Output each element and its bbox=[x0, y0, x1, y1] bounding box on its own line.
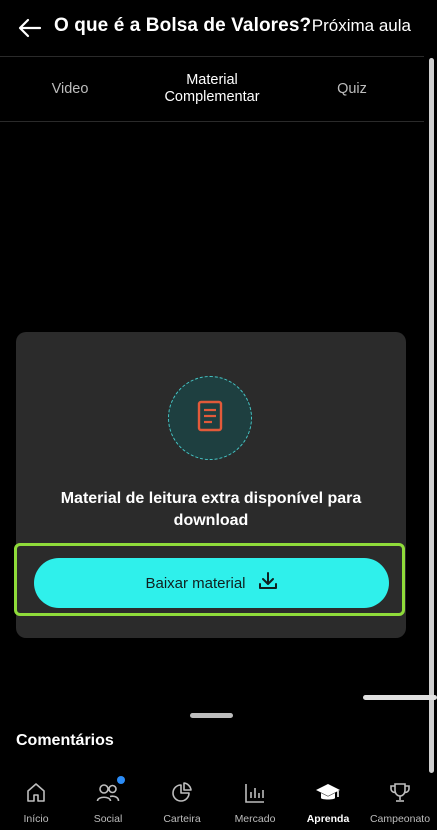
nav-label-mercado: Mercado bbox=[234, 813, 276, 825]
tab-quiz[interactable]: Quiz bbox=[302, 57, 402, 121]
scrollbar[interactable] bbox=[429, 58, 434, 773]
download-card: Material de leitura extra disponível par… bbox=[14, 332, 406, 638]
download-button-label: Baixar material bbox=[145, 574, 246, 592]
back-arrow-icon[interactable] bbox=[16, 14, 44, 42]
graduation-cap-icon bbox=[315, 770, 341, 810]
top-app-bar: O que é a Bolsa de Valores? Próxima aula bbox=[0, 0, 437, 56]
comments-heading: Comentários bbox=[16, 732, 114, 749]
next-lesson-button[interactable]: Próxima aula bbox=[312, 16, 411, 36]
nav-item-aprenda[interactable]: Aprenda bbox=[292, 770, 364, 830]
nav-item-mercado[interactable]: Mercado bbox=[219, 770, 291, 830]
pie-chart-icon bbox=[170, 770, 194, 810]
tab-bar: Video Material Complementar Quiz bbox=[0, 56, 424, 122]
home-icon bbox=[24, 770, 48, 810]
bottom-navigation: Início Social Carteira Mercado Aprenda C… bbox=[0, 770, 437, 830]
trophy-icon bbox=[388, 770, 412, 810]
nav-label-aprenda: Aprenda bbox=[306, 813, 350, 825]
nav-label-inicio: Início bbox=[23, 813, 49, 825]
nav-label-social: Social bbox=[93, 813, 123, 825]
nav-item-campeonato[interactable]: Campeonato bbox=[364, 770, 436, 830]
nav-item-social[interactable]: Social bbox=[72, 770, 144, 830]
side-drag-handle[interactable] bbox=[363, 695, 437, 700]
tab-material-complementar[interactable]: Material Complementar bbox=[140, 57, 284, 121]
bar-chart-icon bbox=[243, 770, 267, 810]
nav-item-carteira[interactable]: Carteira bbox=[146, 770, 218, 830]
nav-item-inicio[interactable]: Início bbox=[0, 770, 72, 830]
download-message: Material de leitura extra disponível par… bbox=[60, 490, 362, 529]
tab-video[interactable]: Video bbox=[20, 57, 120, 121]
page-title: O que é a Bolsa de Valores? bbox=[54, 15, 312, 36]
people-icon bbox=[96, 770, 120, 810]
document-icon bbox=[197, 400, 223, 437]
nav-label-carteira: Carteira bbox=[163, 813, 201, 825]
nav-label-campeonato: Campeonato bbox=[369, 813, 431, 825]
drag-handle[interactable] bbox=[190, 713, 233, 718]
notification-badge bbox=[117, 776, 125, 784]
download-icon bbox=[258, 571, 278, 595]
download-material-button[interactable]: Baixar material bbox=[34, 558, 389, 608]
document-icon-circle bbox=[168, 376, 252, 460]
